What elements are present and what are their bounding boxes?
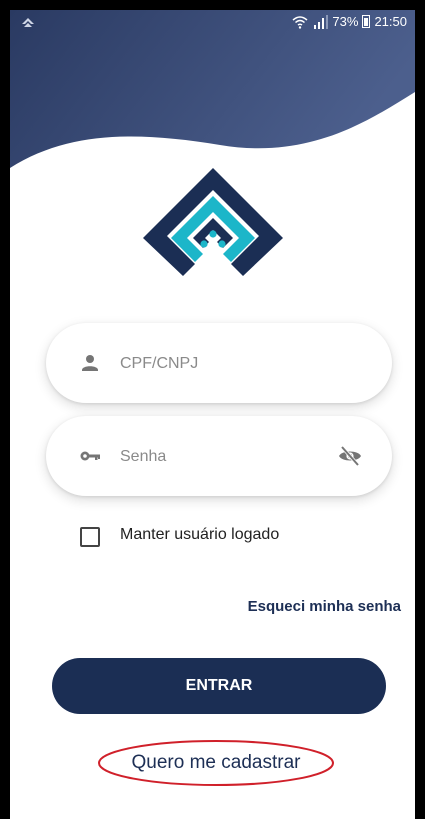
- remember-checkbox[interactable]: [80, 527, 100, 547]
- signal-icon: [314, 14, 329, 29]
- cpf-input[interactable]: [118, 345, 322, 383]
- password-field[interactable]: [46, 416, 392, 496]
- register-area: Quero me cadastrar: [96, 738, 336, 788]
- visibility-off-icon[interactable]: [338, 444, 362, 468]
- register-link[interactable]: Quero me cadastrar: [96, 738, 336, 788]
- login-button-label: ENTRAR: [185, 677, 253, 694]
- cpf-field[interactable]: [46, 323, 392, 403]
- forgot-password-link[interactable]: Esqueci minha senha: [248, 598, 401, 615]
- app-logo: [143, 168, 283, 276]
- battery-percent: 73%: [332, 14, 359, 29]
- key-icon: [80, 451, 100, 461]
- status-indicators: 73% 21:50: [292, 14, 407, 29]
- wifi-icon: [292, 15, 308, 29]
- status-bar: 73% 21:50: [10, 10, 415, 34]
- notification-icon: [22, 18, 34, 27]
- app-screen: 73% 21:50 CPF/CNPJ Manter usuário logado…: [10, 10, 415, 819]
- status-time: 21:50: [374, 14, 407, 29]
- battery-icon: [362, 15, 371, 28]
- password-input[interactable]: [118, 438, 322, 476]
- login-button[interactable]: ENTRAR: [52, 658, 386, 714]
- remember-label[interactable]: Manter usuário logado: [120, 526, 279, 544]
- header-background: [10, 10, 415, 168]
- person-icon: [82, 355, 98, 371]
